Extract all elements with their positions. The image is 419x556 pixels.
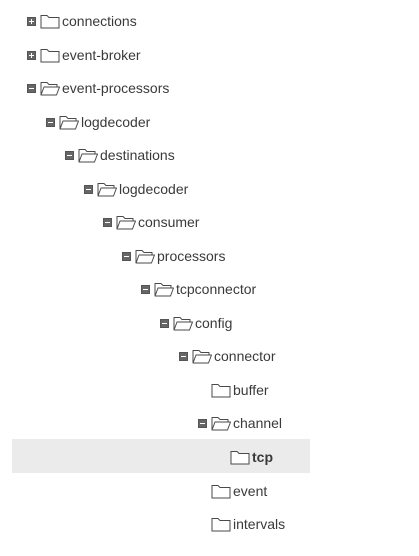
tree-node-tcpconnector[interactable]: tcpconnector	[141, 277, 256, 301]
tree-node-processors[interactable]: processors	[122, 244, 225, 268]
collapse-toggle[interactable]	[179, 351, 188, 361]
collapse-toggle[interactable]	[122, 251, 131, 261]
node-label: consumer	[138, 214, 200, 230]
tree-node-event[interactable]: event	[198, 479, 267, 503]
node-label: connector	[214, 348, 276, 364]
folder-open-icon	[40, 82, 60, 96]
node-label: processors	[157, 248, 226, 264]
folder-open-icon	[154, 283, 174, 297]
node-label: tcp	[252, 449, 273, 465]
tree-node-tcp-selected[interactable]: tcp	[217, 445, 273, 469]
tree-node-event-broker[interactable]: event-broker	[27, 43, 141, 67]
folder-open-icon	[135, 250, 155, 264]
node-label: destinations	[100, 147, 175, 163]
collapse-toggle[interactable]	[198, 418, 207, 428]
node-label: config	[195, 315, 233, 331]
collapse-toggle[interactable]	[103, 217, 112, 227]
folder-open-icon	[78, 149, 98, 163]
collapse-toggle[interactable]	[141, 284, 150, 294]
folder-open-icon	[59, 116, 79, 130]
tree-node-buffer[interactable]: buffer	[198, 378, 269, 402]
node-label: event-broker	[62, 47, 141, 63]
folder-icon	[40, 15, 60, 29]
tree-node-destinations[interactable]: destinations	[65, 143, 175, 167]
tree-node-connector[interactable]: connector	[179, 344, 275, 368]
folder-tree: connections event-broker event-processor…	[0, 0, 419, 556]
node-label: intervals	[233, 516, 286, 532]
node-label: logdecoder	[81, 114, 151, 130]
node-label: buffer	[233, 382, 269, 398]
node-label: logdecoder	[119, 181, 189, 197]
tree-node-consumer[interactable]: consumer	[103, 210, 199, 234]
node-label: channel	[233, 415, 283, 431]
tree-node-logdecoder[interactable]: logdecoder	[46, 110, 150, 134]
folder-open-icon	[97, 183, 117, 197]
collapse-toggle[interactable]	[27, 83, 36, 93]
expand-toggle[interactable]	[27, 50, 36, 60]
folder-icon	[211, 518, 231, 532]
tree-node-event-processors[interactable]: event-processors	[27, 76, 169, 100]
folder-open-icon	[173, 317, 193, 331]
node-label: connections	[62, 13, 137, 29]
folder-icon	[211, 384, 231, 398]
expand-toggle[interactable]	[27, 16, 36, 26]
collapse-toggle[interactable]	[160, 318, 169, 328]
collapse-toggle[interactable]	[65, 150, 74, 160]
tree-node-config[interactable]: config	[160, 311, 232, 335]
folder-icon	[40, 49, 60, 63]
tree-node-connections[interactable]: connections	[27, 9, 137, 33]
collapse-toggle[interactable]	[84, 184, 93, 194]
folder-open-icon	[211, 417, 231, 431]
node-label: event-processors	[62, 80, 170, 96]
tree-node-logdecoder-destination[interactable]: logdecoder	[84, 177, 188, 201]
folder-open-icon	[116, 216, 136, 230]
folder-icon	[211, 485, 231, 499]
folder-icon	[230, 451, 250, 465]
folder-open-icon	[192, 350, 212, 364]
node-label: tcpconnector	[176, 281, 257, 297]
tree-node-intervals[interactable]: intervals	[198, 512, 285, 536]
collapse-toggle[interactable]	[46, 117, 55, 127]
node-label: event	[233, 483, 268, 499]
tree-node-channel[interactable]: channel	[198, 411, 282, 435]
